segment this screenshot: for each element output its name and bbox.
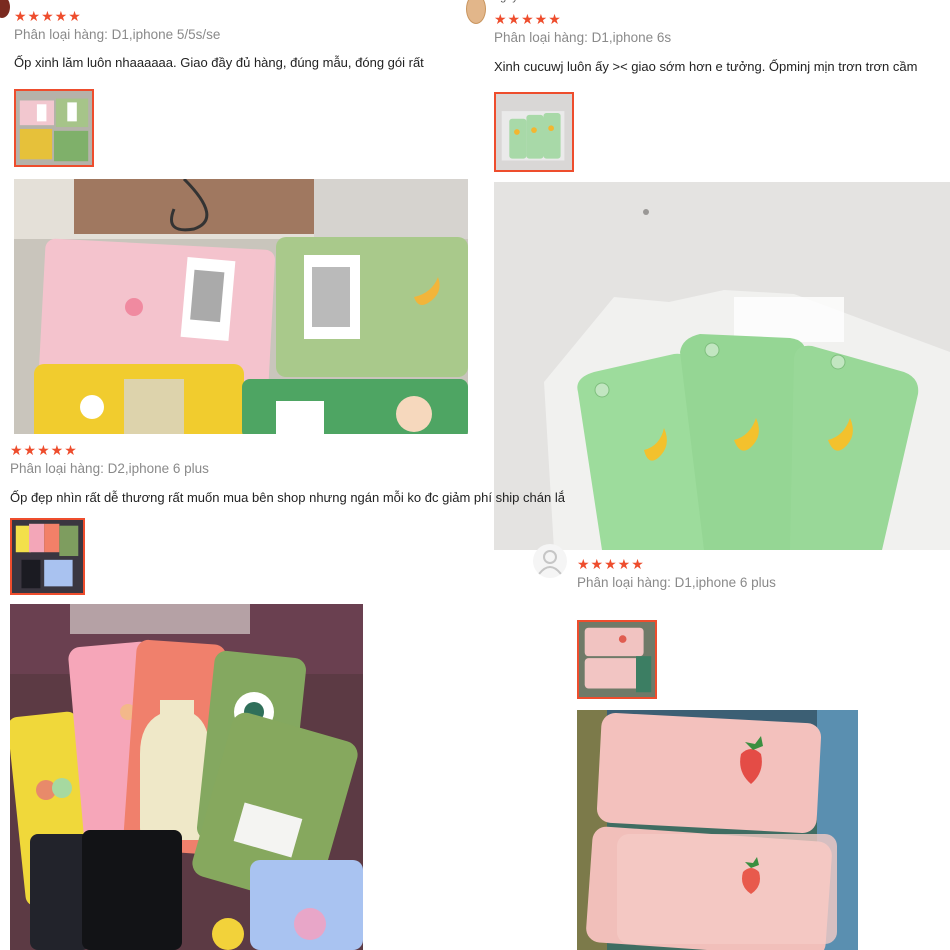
variant-label: Phân loại hàng: D1,iphone 6 plus: [577, 575, 776, 590]
review-1: ★★★★★ Phân loại hàng: D1,iphone 5/5s/se …: [14, 9, 474, 70]
rating-stars: ★★★★★: [14, 8, 82, 24]
default-avatar-icon: [533, 544, 567, 578]
reviewer-avatar: [466, 0, 486, 24]
review-comment: Ốp xinh lăm luôn nhaaaaaa. Giao đầy đủ h…: [14, 55, 424, 70]
variant-label: Phân loại hàng: D1,iphone 6s: [494, 30, 672, 45]
review-thumbnail[interactable]: [494, 92, 574, 172]
review-comment: Ốp đẹp nhìn rất dễ thương rất muốn mua b…: [10, 490, 565, 505]
review-thumbnail[interactable]: [10, 518, 85, 595]
reviewer-avatar: [0, 0, 10, 18]
variant-label: Phân loại hàng: D2,iphone 6 plus: [10, 461, 209, 476]
review-photo[interactable]: [14, 179, 468, 434]
rating-stars: ★★★★★: [10, 442, 78, 458]
rating-stars: ★★★★★: [577, 556, 645, 572]
review-thumbnail[interactable]: [577, 620, 657, 699]
review-4: ★★★★★ Phân loại hàng: D1,iphone 6 plus: [577, 557, 937, 590]
rating-stars: ★★★★★: [494, 11, 562, 27]
review-comment: Xinh cucuwj luôn ấy >< giao sớm hơn e tư…: [494, 59, 918, 74]
variant-label: Phân loại hàng: D1,iphone 5/5s/se: [14, 27, 221, 42]
review-photo[interactable]: [10, 604, 363, 950]
review-thumbnail[interactable]: [14, 89, 94, 167]
review-photo[interactable]: [577, 710, 858, 950]
review-3: ★★★★★ Phân loại hàng: D2,iphone 6 plus Ố…: [10, 443, 584, 505]
reviewer-username[interactable]: nguyenhnh: [494, 0, 548, 3]
review-2: ★★★★★ Phân loại hàng: D1,iphone 6s Xinh …: [494, 12, 950, 74]
